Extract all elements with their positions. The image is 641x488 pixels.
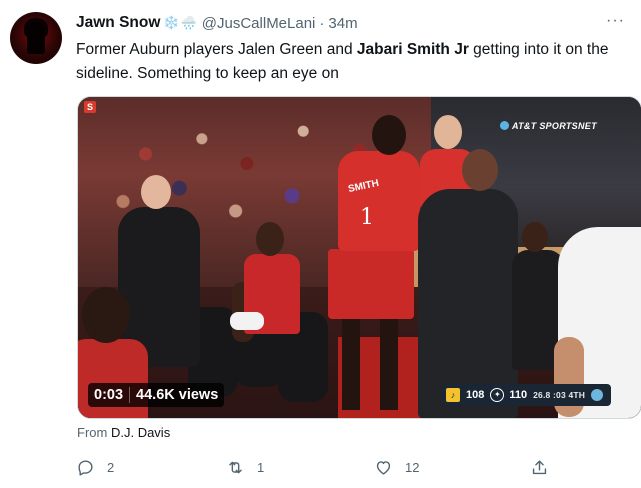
video-views: 44.6K views: [136, 387, 219, 403]
network-corner-logo: S: [84, 101, 96, 113]
cloud-emoji: 🌧️: [180, 15, 197, 30]
tweet-text-part1: Former Auburn players Jalen Green and: [76, 41, 357, 58]
author-name[interactable]: Jawn Snow: [76, 14, 160, 32]
share-icon: [532, 459, 547, 474]
jersey-number: 1: [360, 205, 374, 230]
seated-player-jalen-green: [226, 222, 336, 392]
tweet-header: Jawn Snow ❄️ 🌧️ @JusCallMeLani · 34m: [76, 12, 358, 34]
heart-icon: [376, 460, 391, 475]
like-button[interactable]: 12: [374, 455, 419, 479]
from-source[interactable]: D.J. Davis: [111, 425, 170, 440]
separator: ·: [319, 14, 325, 32]
att-sportsnet-logo: AT&T SPORTSNET: [500, 121, 597, 131]
tweet-text: Former Auburn players Jalen Green and Ja…: [76, 38, 632, 86]
jazz-logo-icon: ♪: [446, 388, 460, 402]
reply-icon: [78, 459, 93, 476]
video-duration: 0:03: [94, 387, 124, 403]
avatar-figure: [27, 22, 45, 54]
team-b-score: 110: [509, 389, 528, 401]
rockets-logo-icon: ✦: [490, 388, 505, 402]
like-count: 12: [405, 459, 420, 475]
tweet-text-bold[interactable]: Jabari Smith Jr: [357, 41, 469, 58]
tweet-actions: 2 1 12: [76, 455, 556, 479]
video-player[interactable]: SMITH 1 S AT&T SPORTSNET 0:03 44.6K view…: [77, 96, 641, 419]
author-handle[interactable]: @JusCallMeLani: [202, 15, 316, 32]
scoreboard: ♪ 108 ✦ 110 26.8 :03 4TH: [442, 384, 611, 406]
retweet-icon: [229, 461, 242, 473]
reply-count: 2: [107, 459, 115, 475]
att-globe-icon: [500, 121, 509, 130]
snowflake-emoji: ❄️: [163, 15, 180, 30]
avatar[interactable]: [10, 12, 62, 64]
video-attribution: From D.J. Davis: [77, 425, 170, 440]
timestamp[interactable]: 34m: [328, 15, 357, 32]
tweet[interactable]: Jawn Snow ❄️ 🌧️ @JusCallMeLani · 34m ···…: [0, 0, 641, 488]
reply-button[interactable]: 2: [76, 455, 114, 479]
video-info-pill: 0:03 44.6K views: [88, 383, 225, 407]
more-options-icon[interactable]: ···: [606, 12, 625, 30]
network-logo-text: AT&T SPORTSNET: [512, 121, 597, 131]
retweet-count: 1: [257, 459, 265, 475]
att-logo-icon: [591, 389, 604, 401]
retweet-button[interactable]: 1: [226, 455, 264, 479]
coach: [398, 149, 518, 418]
game-clock: 26.8 :03 4TH: [533, 390, 586, 400]
team-a-score: 108: [466, 389, 485, 401]
from-prefix: From: [77, 425, 108, 440]
share-button[interactable]: [530, 455, 561, 479]
